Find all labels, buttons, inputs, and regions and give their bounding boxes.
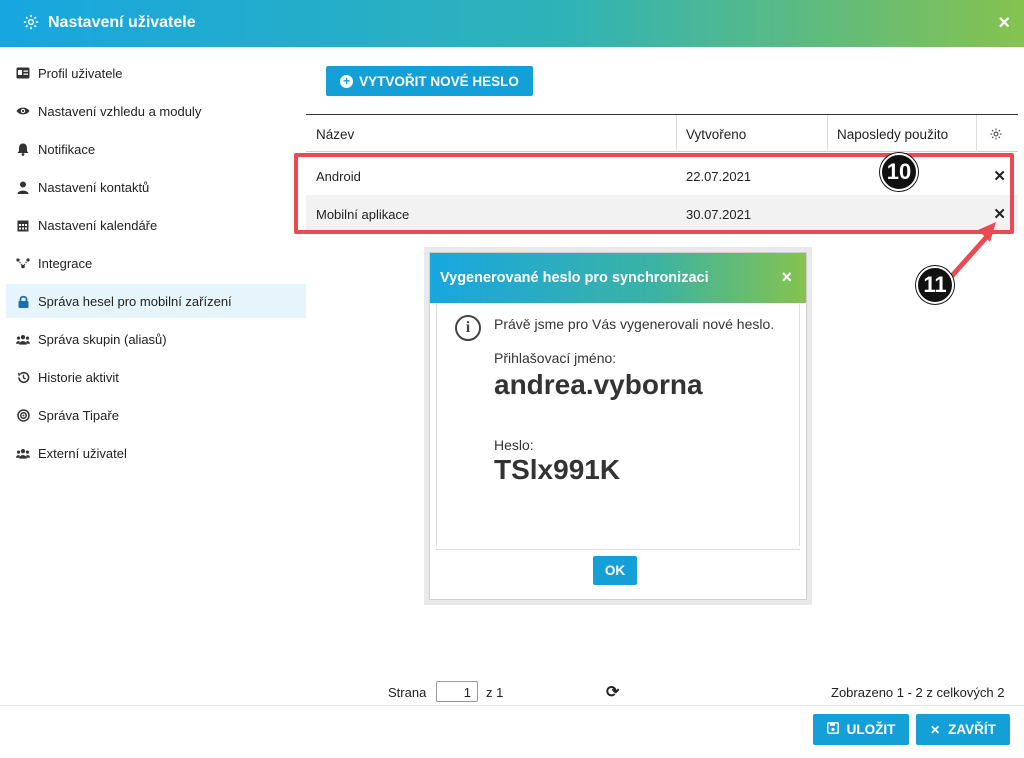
save-button[interactable]: ULOŽIT: [813, 714, 909, 745]
generated-password-dialog: Vygenerované heslo pro synchronizaci × i…: [429, 252, 807, 600]
login-value: andrea.vyborna: [494, 369, 703, 400]
info-icon: i: [455, 315, 481, 341]
dialog-message: Právě jsme pro Vás vygenerovali nové hes…: [494, 316, 775, 332]
dialog-close-icon[interactable]: ×: [781, 267, 792, 288]
save-label: ULOŽIT: [846, 722, 896, 737]
password-label: Heslo:: [494, 437, 534, 453]
password-value: TSlx991K: [494, 454, 621, 485]
dialog-body: i Právě jsme pro Vás vygenerovali nové h…: [436, 303, 800, 546]
annotation-badge-10: 10: [880, 153, 918, 191]
dialog-footer: OK: [436, 549, 800, 593]
close-x-icon: ✕: [930, 722, 941, 737]
annotation-badge-11: 11: [916, 266, 954, 304]
dialog-title: Vygenerované heslo pro synchronizaci: [440, 270, 709, 286]
login-label: Přihlašovací jméno:: [494, 350, 617, 366]
ok-button[interactable]: OK: [593, 556, 637, 585]
annotation-arrow-line: [948, 229, 994, 280]
save-icon: [826, 722, 839, 737]
close-button[interactable]: ✕ ZAVŘÍT: [916, 714, 1010, 745]
close-label: ZAVŘÍT: [948, 722, 996, 737]
footer-bar: ULOŽIT ✕ ZAVŘÍT: [0, 705, 1024, 758]
annotation-arrow-head: [978, 222, 996, 242]
dialog-header: Vygenerované heslo pro synchronizaci ×: [430, 253, 806, 303]
